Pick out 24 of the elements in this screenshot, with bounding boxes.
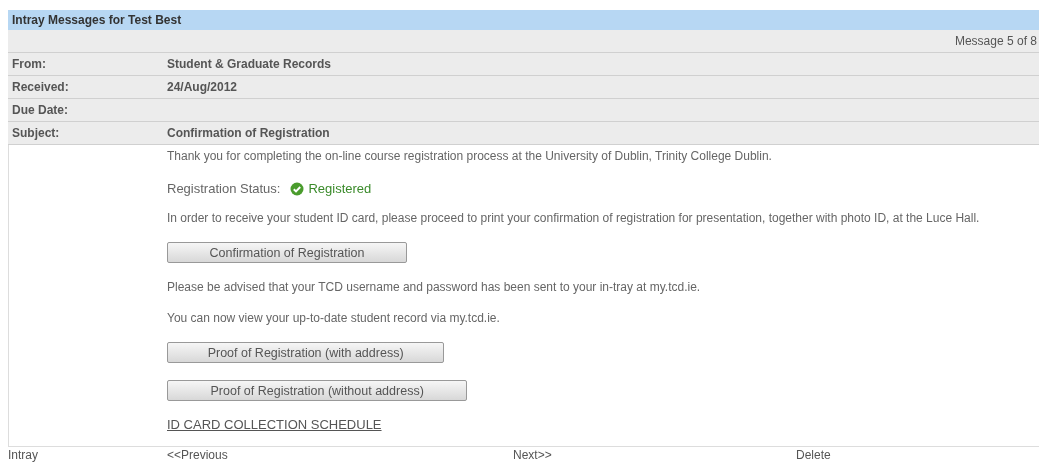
message-paragraph: You can now view your up-to-date student record via my.tcd.ie. <box>167 311 501 327</box>
footer-link[interactable]: <<Previous <box>167 448 228 462</box>
message-paragraph: In order to receive your student ID card, please proceed to print your confirmation of registration for presentation, together with photo ID, at the Luce Hall. <box>167 211 981 227</box>
field-value: 24/Aug/2012 <box>167 80 238 94</box>
message-paragraph: Thank you for completing the on-line course registration process at the University of Dublin, Trinity College Dublin. <box>167 149 773 165</box>
schedule-link[interactable]: ID CARD COLLECTION SCHEDULE <box>167 418 382 432</box>
footer-link[interactable]: Next>> <box>513 448 552 462</box>
status-label: Registration Status: <box>167 182 281 196</box>
field-label: Due Date: <box>11 103 69 117</box>
document-button[interactable]: Proof of Registration (without address) <box>167 380 468 401</box>
message-paragraph: Please be advised that your TCD username and password has been sent to your in-tray at my.tcd.ie. <box>167 280 702 296</box>
check-icon <box>290 182 305 196</box>
document-button[interactable]: Proof of Registration (with address) <box>167 342 445 363</box>
field-label: Subject: <box>11 126 61 140</box>
message-counter: Message 5 of 8 <box>954 34 1037 48</box>
field-value: Confirmation of Registration <box>167 126 330 140</box>
header-title: Intray Messages for Test Best <box>12 13 182 27</box>
field-label: From: <box>11 57 47 71</box>
document-button[interactable]: Confirmation of Registration <box>167 242 407 263</box>
field-label: Received: <box>11 80 70 94</box>
footer-link[interactable]: Intray <box>8 448 38 462</box>
footer-link[interactable]: Delete <box>796 448 831 462</box>
field-value: Student & Graduate Records <box>167 57 332 71</box>
status-value: Registered <box>308 182 372 196</box>
